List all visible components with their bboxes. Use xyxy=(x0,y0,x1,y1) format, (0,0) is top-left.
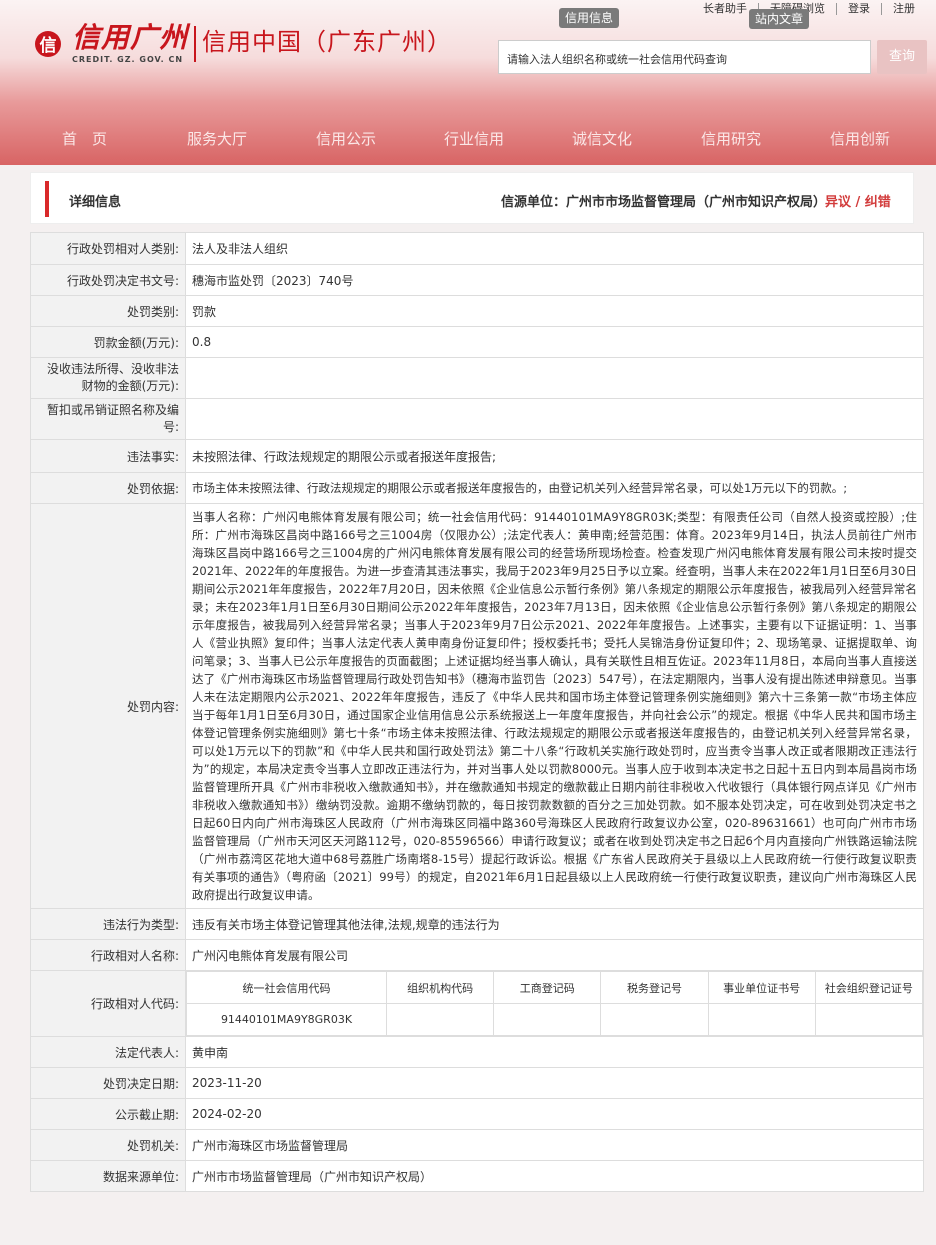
code-header: 组织机构代码 xyxy=(385,971,495,1004)
table-row: 数据来源单位: 广州市市场监督管理局（广州市知识产权局） xyxy=(30,1160,924,1192)
login-link[interactable]: 登录 xyxy=(836,3,881,15)
row-label: 暂扣或吊销证照名称及编号: xyxy=(30,398,186,440)
nav-item-home[interactable]: 首 页 xyxy=(62,128,107,149)
nav-item-credit-innovation[interactable]: 信用创新 xyxy=(830,128,890,149)
row-label: 行政处罚决定书文号: xyxy=(30,264,186,296)
site-article-tag[interactable]: 站内文章 xyxy=(749,9,810,29)
code-header: 工商登记码 xyxy=(493,971,602,1004)
detail-table: 行政处罚相对人类别: 法人及非法人组织 行政处罚决定书文号: 穗海市监处罚〔20… xyxy=(30,232,924,1192)
table-row: 行政处罚相对人类别: 法人及非法人组织 xyxy=(30,232,924,265)
row-label: 行政处罚相对人类别: xyxy=(30,232,186,265)
table-row: 违法事实: 未按照法律、行政法规规定的期限公示或者报送年度报告; xyxy=(30,439,924,473)
accent-bar xyxy=(45,181,49,217)
row-value: 2023-11-20 xyxy=(185,1067,924,1099)
row-value: 违反有关市场主体登记管理其他法律,法规,规章的违法行为 xyxy=(185,908,924,940)
code-value xyxy=(707,1003,816,1036)
nav-item-service-hall[interactable]: 服务大厅 xyxy=(187,128,247,149)
logo-domain: CREDIT. GZ. GOV. CN xyxy=(72,55,184,64)
row-label: 公示截止期: xyxy=(30,1098,186,1130)
row-label: 行政相对人名称: xyxy=(30,939,186,971)
row-label: 数据来源单位: xyxy=(30,1160,186,1192)
row-value: 未按照法律、行政法规规定的期限公示或者报送年度报告; xyxy=(185,439,924,473)
nav-item-credit-research[interactable]: 信用研究 xyxy=(701,128,761,149)
row-value: 穗海市监处罚〔2023〕740号 xyxy=(185,264,924,296)
row-value: 广州市海珠区市场监督管理局 xyxy=(185,1129,924,1161)
table-row: 处罚内容: 当事人名称：广州闪电熊体育发展有限公司；统一社会信用代码：91440… xyxy=(30,503,924,909)
row-value: 2024-02-20 xyxy=(185,1098,924,1130)
code-value: 91440101MA9Y8GR03K xyxy=(186,1003,387,1036)
register-link[interactable]: 注册 xyxy=(881,3,926,15)
row-value: 法人及非法人组织 xyxy=(185,232,924,265)
row-label: 没收违法所得、没收非法财物的金额(万元): xyxy=(30,357,186,399)
code-header: 事业单位证书号 xyxy=(707,971,816,1004)
svg-text:信: 信 xyxy=(40,35,57,56)
nav-item-integrity-culture[interactable]: 诚信文化 xyxy=(572,128,632,149)
row-value xyxy=(185,398,924,440)
row-label: 处罚机关: xyxy=(30,1129,186,1161)
main-nav: 首 页 服务大厅 信用公示 行业信用 诚信文化 信用研究 信用创新 xyxy=(0,128,936,148)
search-input[interactable]: 请输入法人组织名称或统一社会信用代码查询 xyxy=(498,40,871,74)
source-unit: 信源单位：广州市市场监督管理局（广州市知识产权局） xyxy=(501,195,827,210)
row-label: 处罚内容: xyxy=(30,503,186,909)
detail-header-card: 详细信息 信源单位：广州市市场监督管理局（广州市知识产权局） 异议 / 纠错 xyxy=(30,172,914,224)
row-label: 违法行为类型: xyxy=(30,908,186,940)
code-value xyxy=(493,1003,602,1036)
row-label: 行政相对人代码: xyxy=(30,970,186,1037)
table-row: 处罚机关: 广州市海珠区市场监督管理局 xyxy=(30,1129,924,1161)
code-value xyxy=(814,1003,924,1036)
table-row: 行政处罚决定书文号: 穗海市监处罚〔2023〕740号 xyxy=(30,264,924,296)
code-header: 统一社会信用代码 xyxy=(186,971,387,1004)
row-label: 处罚决定日期: xyxy=(30,1067,186,1099)
code-value xyxy=(600,1003,709,1036)
row-value: 罚款 xyxy=(185,295,924,327)
row-value: 广州闪电熊体育发展有限公司 xyxy=(185,939,924,971)
row-value: 市场主体未按照法律、行政法规规定的期限公示或者报送年度报告的，由登记机关列入经营… xyxy=(185,472,924,504)
logo-subtitle: 信用中国（广东广州） xyxy=(202,28,453,56)
report-error-link[interactable]: 异议 / 纠错 xyxy=(825,191,891,210)
site-logo[interactable]: 信 信用广州 CREDIT. GZ. GOV. CN 信用中国（广东广州） xyxy=(32,22,452,66)
nav-item-industry-credit[interactable]: 行业信用 xyxy=(444,128,504,149)
row-value: 0.8 xyxy=(185,326,924,358)
table-row: 法定代表人: 黄申南 xyxy=(30,1036,924,1068)
table-row: 行政相对人代码: 统一社会信用代码 组织机构代码 工商登记码 税务登记号 事业单… xyxy=(30,970,924,1037)
penalty-content: 当事人名称：广州闪电熊体育发展有限公司；统一社会信用代码：91440101MA9… xyxy=(185,503,924,909)
logo-emblem-icon: 信 xyxy=(32,22,72,66)
row-value xyxy=(185,357,924,399)
code-header: 社会组织登记证号 xyxy=(814,971,924,1004)
logo-divider xyxy=(194,26,197,62)
row-label: 违法事实: xyxy=(30,439,186,473)
logo-title: 信用广州 xyxy=(72,21,189,54)
table-row: 处罚依据: 市场主体未按照法律、行政法规规定的期限公示或者报送年度报告的，由登记… xyxy=(30,472,924,504)
table-row: 罚款金额(万元): 0.8 xyxy=(30,326,924,358)
nav-item-credit-publicity[interactable]: 信用公示 xyxy=(316,128,376,149)
row-value: 广州市市场监督管理局（广州市知识产权局） xyxy=(185,1160,924,1192)
row-label: 法定代表人: xyxy=(30,1036,186,1068)
credit-info-tag[interactable]: 信用信息 xyxy=(559,8,620,28)
table-row: 处罚类别: 罚款 xyxy=(30,295,924,327)
table-row: 违法行为类型: 违反有关市场主体登记管理其他法律,法规,规章的违法行为 xyxy=(30,908,924,940)
search-button[interactable]: 查询 xyxy=(877,40,927,74)
table-row: 处罚决定日期: 2023-11-20 xyxy=(30,1067,924,1099)
table-row: 没收违法所得、没收非法财物的金额(万元): xyxy=(30,357,924,399)
code-value xyxy=(385,1003,495,1036)
detail-title: 详细信息 xyxy=(69,195,122,210)
table-row: 行政相对人名称: 广州闪电熊体育发展有限公司 xyxy=(30,939,924,971)
table-row: 暂扣或吊销证照名称及编号: xyxy=(30,398,924,440)
table-row: 公示截止期: 2024-02-20 xyxy=(30,1098,924,1130)
code-header: 税务登记号 xyxy=(600,971,709,1004)
row-value: 黄申南 xyxy=(185,1036,924,1068)
code-table: 统一社会信用代码 组织机构代码 工商登记码 税务登记号 事业单位证书号 社会组织… xyxy=(186,971,924,1036)
row-label: 罚款金额(万元): xyxy=(30,326,186,358)
code-cell: 统一社会信用代码 组织机构代码 工商登记码 税务登记号 事业单位证书号 社会组织… xyxy=(185,970,924,1037)
row-label: 处罚类别: xyxy=(30,295,186,327)
row-label: 处罚依据: xyxy=(30,472,186,504)
